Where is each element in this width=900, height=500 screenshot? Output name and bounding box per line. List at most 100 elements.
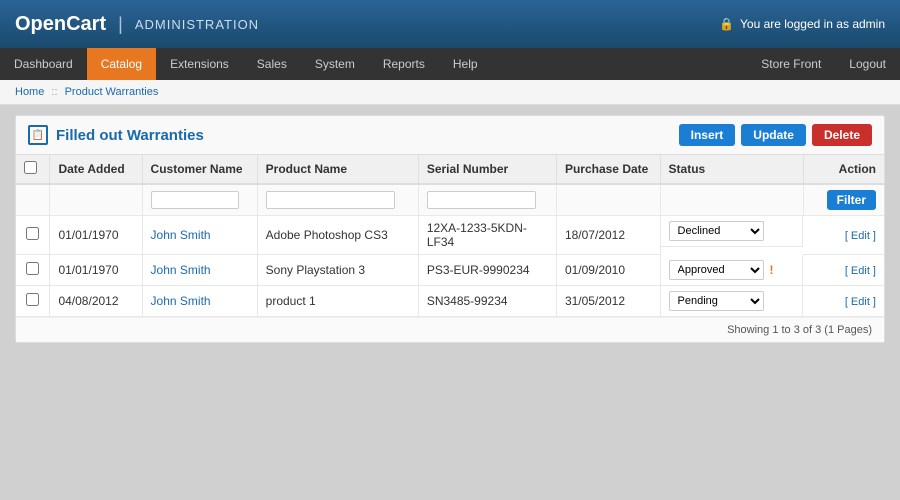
- nav-sales[interactable]: Sales: [243, 48, 301, 80]
- row-date-added: 04/08/2012: [50, 286, 142, 317]
- row-purchase-date: 18/07/2012: [556, 216, 660, 255]
- filter-customer: [142, 184, 257, 216]
- col-customer-name: Customer Name: [142, 155, 257, 184]
- row-customer-name: John Smith: [142, 255, 257, 286]
- filter-product: [257, 184, 418, 216]
- row-product-name: Adobe Photoshop CS3: [257, 216, 418, 255]
- col-purchase-date: Purchase Date: [556, 155, 660, 184]
- nav-left: Dashboard Catalog Extensions Sales Syste…: [0, 48, 492, 80]
- nav-logout[interactable]: Logout: [835, 48, 900, 80]
- header: OpenCart | ADMINISTRATION 🔒 You are logg…: [0, 0, 900, 48]
- filter-action-cell: Filter: [803, 184, 884, 216]
- row-checkbox[interactable]: [26, 262, 39, 275]
- row-checkbox-cell: [16, 286, 50, 317]
- nav-help[interactable]: Help: [439, 48, 492, 80]
- row-date-added: 01/01/1970: [50, 216, 142, 255]
- pagination-text: Showing 1 to 3 of 3 (1 Pages): [727, 324, 872, 336]
- row-status: DeclinedApprovedPending!: [661, 255, 804, 286]
- nav-system[interactable]: System: [301, 48, 369, 80]
- header-right: 🔒 You are logged in as admin: [719, 17, 885, 31]
- edit-link[interactable]: [ Edit ]: [845, 230, 876, 242]
- col-status: Status: [660, 155, 803, 184]
- row-purchase-date: 01/09/2010: [556, 255, 660, 286]
- warranty-table: Date Added Customer Name Product Name Se…: [16, 155, 884, 317]
- admin-label: ADMINISTRATION: [135, 17, 259, 32]
- col-product-name: Product Name: [257, 155, 418, 184]
- edit-link[interactable]: [ Edit ]: [845, 265, 876, 277]
- row-status: DeclinedApprovedPending: [661, 216, 804, 247]
- header-logo: OpenCart | ADMINISTRATION: [15, 13, 259, 36]
- customer-link[interactable]: John Smith: [151, 228, 211, 242]
- row-customer-name: John Smith: [142, 216, 257, 255]
- filter-button[interactable]: Filter: [827, 190, 876, 210]
- status-select[interactable]: DeclinedApprovedPending: [669, 291, 764, 311]
- breadcrumb-home[interactable]: Home: [15, 86, 44, 98]
- breadcrumb: Home :: Product Warranties: [0, 80, 900, 105]
- row-checkbox-cell: [16, 216, 50, 255]
- warning-icon: !: [770, 263, 774, 277]
- table-row: 01/01/1970 John Smith Sony Playstation 3PS…: [16, 255, 884, 286]
- row-customer-name: John Smith: [142, 286, 257, 317]
- table-row: 04/08/2012 John Smith product 1SN3485-9923…: [16, 286, 884, 317]
- col-action: Action: [803, 155, 884, 184]
- nav-right: Store Front Logout: [747, 48, 900, 80]
- nav-storefront[interactable]: Store Front: [747, 48, 835, 80]
- select-all-checkbox[interactable]: [24, 161, 37, 174]
- brand-name: OpenCart: [15, 13, 106, 36]
- filter-product-input[interactable]: [266, 191, 396, 209]
- row-status: DeclinedApprovedPending: [661, 286, 804, 317]
- col-checkbox: [16, 155, 50, 184]
- panel-title: 📋 Filled out Warranties: [28, 125, 204, 145]
- customer-link[interactable]: John Smith: [151, 263, 211, 277]
- delete-button[interactable]: Delete: [812, 124, 872, 146]
- filter-cb: [16, 184, 50, 216]
- row-product-name: product 1: [257, 286, 418, 317]
- nav-reports[interactable]: Reports: [369, 48, 439, 80]
- row-serial-number: SN3485-99234: [418, 286, 556, 317]
- nav-extensions[interactable]: Extensions: [156, 48, 243, 80]
- table-body: 01/01/1970John SmithAdobe Photoshop CS31…: [16, 216, 884, 317]
- row-serial-number: 12XA-1233-5KDN-LF34: [418, 216, 556, 255]
- filter-customer-input[interactable]: [151, 191, 239, 209]
- status-select[interactable]: DeclinedApprovedPending: [669, 221, 764, 241]
- lock-icon: 🔒: [719, 17, 734, 31]
- navigation: Dashboard Catalog Extensions Sales Syste…: [0, 48, 900, 80]
- header-separator: |: [118, 14, 123, 35]
- col-date-added: Date Added: [50, 155, 142, 184]
- filter-serial: [418, 184, 556, 216]
- filter-serial-input[interactable]: [427, 191, 536, 209]
- row-checkbox-cell: [16, 255, 50, 286]
- document-icon: 📋: [28, 125, 48, 145]
- main-panel: 📋 Filled out Warranties Insert Update De…: [15, 115, 885, 343]
- table-header-row: Date Added Customer Name Product Name Se…: [16, 155, 884, 184]
- filter-date: [50, 184, 142, 216]
- col-serial-number: Serial Number: [418, 155, 556, 184]
- row-action: [ Edit ]: [803, 216, 884, 255]
- nav-dashboard[interactable]: Dashboard: [0, 48, 87, 80]
- insert-button[interactable]: Insert: [679, 124, 736, 146]
- breadcrumb-warranties[interactable]: Product Warranties: [65, 86, 159, 98]
- row-serial-number: PS3-EUR-9990234: [418, 255, 556, 286]
- row-date-added: 01/01/1970: [50, 255, 142, 286]
- filter-row: Filter: [16, 184, 884, 216]
- row-product-name: Sony Playstation 3: [257, 255, 418, 286]
- status-select[interactable]: DeclinedApprovedPending: [669, 260, 764, 280]
- row-checkbox[interactable]: [26, 293, 39, 306]
- panel-buttons: Insert Update Delete: [679, 124, 872, 146]
- logged-in-text: You are logged in as admin: [740, 17, 885, 31]
- row-action: [ Edit ]: [803, 255, 884, 286]
- edit-link[interactable]: [ Edit ]: [845, 296, 876, 308]
- panel-title-text: Filled out Warranties: [56, 127, 204, 144]
- filter-status: [660, 184, 803, 216]
- nav-catalog[interactable]: Catalog: [87, 48, 156, 80]
- table-row: 01/01/1970John SmithAdobe Photoshop CS31…: [16, 216, 884, 255]
- customer-link[interactable]: John Smith: [151, 294, 211, 308]
- row-action: [ Edit ]: [803, 286, 884, 317]
- panel-header: 📋 Filled out Warranties Insert Update De…: [16, 116, 884, 155]
- breadcrumb-sep: ::: [51, 86, 57, 98]
- row-purchase-date: 31/05/2012: [556, 286, 660, 317]
- pagination: Showing 1 to 3 of 3 (1 Pages): [16, 317, 884, 342]
- update-button[interactable]: Update: [741, 124, 806, 146]
- row-checkbox[interactable]: [26, 227, 39, 240]
- filter-purchase: [556, 184, 660, 216]
